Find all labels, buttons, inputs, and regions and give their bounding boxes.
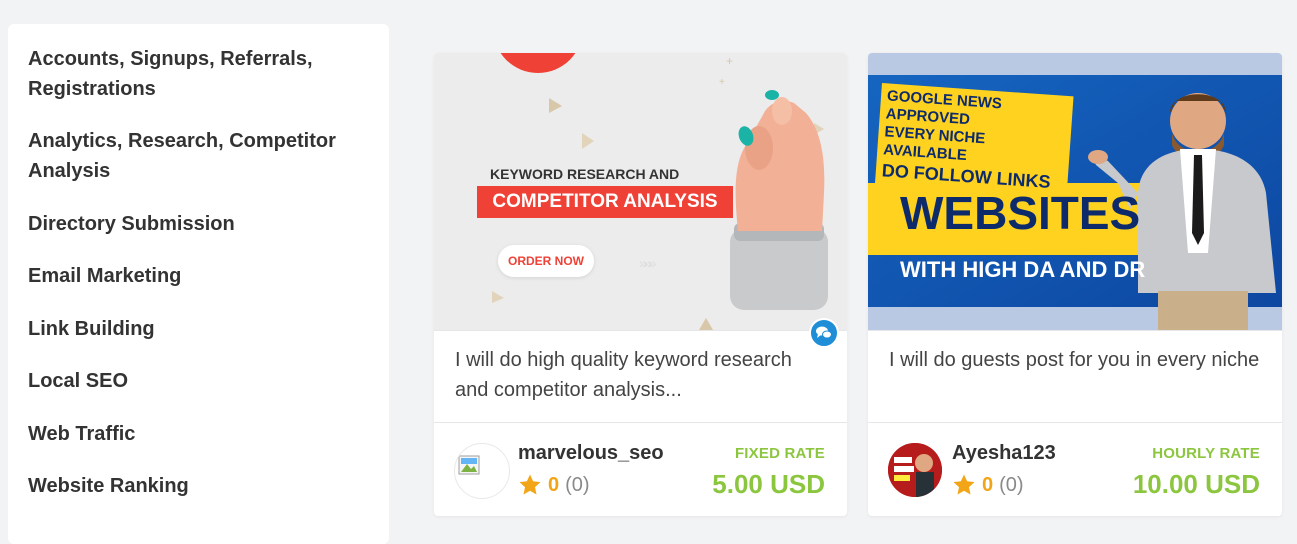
category-sidebar: Accounts, Signups, Referrals, Registrati… — [8, 24, 389, 544]
rating-value: 0 — [982, 473, 994, 496]
gig-card[interactable]: + + »»» KEYWORD RESEARCH AND COMPETITOR … — [434, 53, 847, 516]
card-divider — [434, 330, 847, 331]
banner-text-line2: COMPETITOR ANALYSIS — [477, 186, 733, 218]
seller-avatar[interactable] — [888, 443, 942, 497]
price: 5.00 USD — [712, 469, 825, 499]
gig-card[interactable]: GOOGLE NEWS APPROVED EVERY NICHE AVAILAB… — [868, 53, 1282, 516]
banner-tag: GOOGLE NEWS APPROVED EVERY NICHE AVAILAB… — [874, 83, 1074, 199]
card-divider — [868, 330, 1282, 331]
banner-order-now: ORDER NOW — [498, 245, 594, 277]
banner-subline: WITH HIGH DA AND DR — [900, 257, 1146, 282]
rating: 0 (0) — [952, 471, 1024, 499]
sidebar-item-local-seo[interactable]: Local SEO — [28, 366, 373, 396]
review-count: (0) — [565, 473, 590, 496]
chat-icon — [816, 326, 832, 339]
avatar-image — [888, 443, 942, 497]
rate-type: HOURLY RATE — [1152, 445, 1260, 462]
rating-value: 0 — [548, 473, 560, 496]
card-divider — [868, 422, 1282, 423]
price: 10.00 USD — [1132, 469, 1260, 499]
review-count: (0) — [999, 473, 1024, 496]
sidebar-item-email-marketing[interactable]: Email Marketing — [28, 261, 373, 291]
seller-name[interactable]: marvelous_seo — [518, 442, 664, 465]
gig-title[interactable]: I will do high quality keyword research … — [455, 345, 830, 405]
gig-title[interactable]: I will do guests post for you in every n… — [889, 345, 1264, 375]
sidebar-item-link-building[interactable]: Link Building — [28, 314, 373, 344]
chat-button[interactable] — [809, 318, 839, 348]
sidebar-item-web-traffic[interactable]: Web Traffic — [28, 419, 373, 449]
svg-text:+: + — [726, 54, 733, 68]
sidebar-item-analytics[interactable]: Analytics, Research, Competitor Analysis — [28, 126, 373, 186]
star-icon — [519, 474, 541, 495]
card-divider — [434, 422, 847, 423]
seller-name[interactable]: Ayesha123 — [952, 442, 1056, 465]
sidebar-item-accounts[interactable]: Accounts, Signups, Referrals, Registrati… — [28, 44, 373, 104]
rating: 0 (0) — [518, 471, 590, 499]
banner-headline: WEBSITES — [900, 187, 1141, 239]
broken-image-icon — [458, 455, 480, 475]
sidebar-item-website-ranking[interactable]: Website Ranking — [28, 471, 373, 501]
sidebar-item-directory-submission[interactable]: Directory Submission — [28, 209, 373, 239]
star-icon — [953, 474, 975, 495]
banner-text-line1: KEYWORD RESEARCH AND — [490, 166, 680, 182]
gig-thumbnail[interactable]: GOOGLE NEWS APPROVED EVERY NICHE AVAILAB… — [868, 53, 1282, 330]
seller-avatar[interactable] — [454, 443, 510, 499]
gig-thumbnail[interactable]: + + »»» KEYWORD RESEARCH AND COMPETITOR … — [434, 53, 847, 330]
svg-text:+: + — [719, 77, 725, 88]
rate-type: FIXED RATE — [734, 445, 825, 462]
